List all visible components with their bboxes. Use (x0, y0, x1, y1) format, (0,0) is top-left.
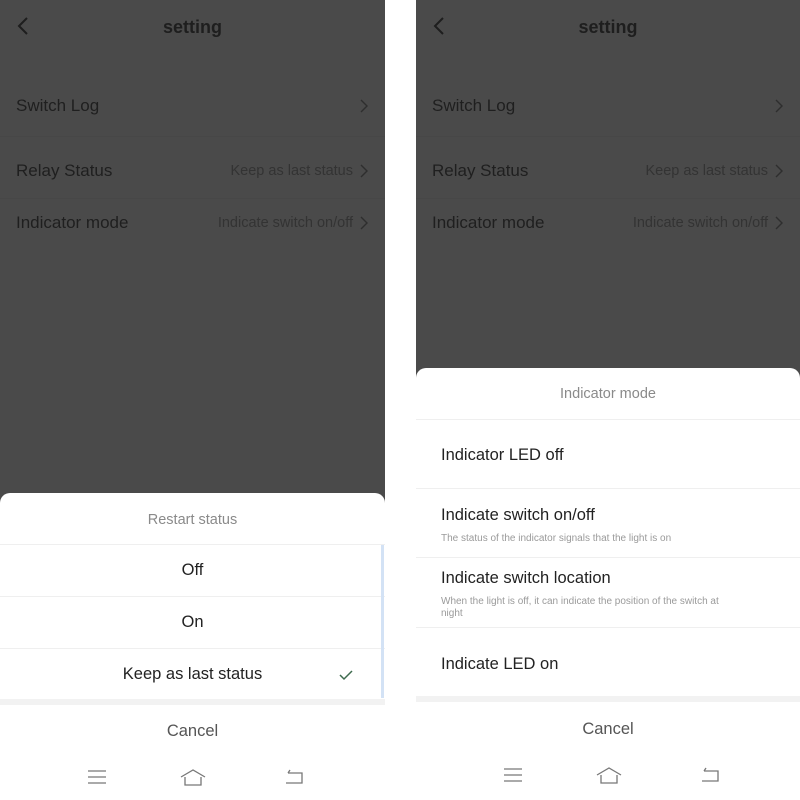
option-label: Indicate switch on/off (441, 506, 595, 524)
setting-value: Keep as last status (645, 163, 768, 179)
phone-screen-restart-status: setting Switch Log Relay Status Keep as … (0, 0, 385, 800)
option-description: When the light is off, it can indicate t… (441, 596, 719, 619)
chevron-right-icon (775, 99, 783, 113)
option-indicate-switch-location[interactable]: Indicate switch location When the light … (416, 557, 800, 628)
chevron-right-icon (360, 99, 368, 113)
page-title: setting (578, 17, 638, 37)
chevron-right-icon (360, 164, 368, 178)
divider (416, 696, 800, 702)
divider (0, 136, 385, 137)
option-indicate-switch-on-off[interactable]: Indicate switch on/off The status of the… (416, 488, 800, 558)
chevron-right-icon (360, 216, 368, 230)
option-off[interactable]: Off (0, 544, 385, 597)
menu-icon[interactable] (87, 769, 107, 785)
cancel-button[interactable]: Cancel (416, 720, 800, 739)
home-icon[interactable] (180, 769, 206, 787)
system-navbar (416, 761, 800, 791)
back-icon[interactable] (700, 767, 720, 783)
option-label: Indicate switch location (441, 569, 611, 587)
divider (416, 136, 800, 137)
system-navbar (0, 763, 385, 793)
bottom-sheet-indicator-mode: Indicator mode Indicator LED off Indicat… (416, 368, 800, 800)
cancel-button[interactable]: Cancel (0, 722, 385, 741)
setting-label: Relay Status (432, 161, 529, 180)
option-on[interactable]: On (0, 596, 385, 649)
option-indicator-led-off[interactable]: Indicator LED off (416, 419, 800, 489)
setting-row-indicator-mode[interactable]: Indicator mode Indicate switch on/off (0, 199, 385, 249)
back-icon[interactable] (284, 769, 304, 785)
setting-label: Indicator mode (432, 213, 545, 232)
setting-row-indicator-mode[interactable]: Indicator mode Indicate switch on/off (416, 199, 800, 249)
chevron-right-icon (775, 216, 783, 230)
setting-label: Switch Log (432, 96, 516, 115)
setting-row-switch-log[interactable]: Switch Log (0, 82, 385, 132)
chevron-right-icon (775, 164, 783, 178)
checkmark-icon (339, 670, 353, 681)
setting-row-relay-status[interactable]: Relay Status Keep as last status (416, 147, 800, 197)
option-label: Off (181, 561, 204, 579)
option-label: Indicate LED on (441, 655, 559, 673)
page-title: setting (162, 17, 222, 37)
setting-value: Keep as last status (230, 163, 353, 179)
option-indicate-led-on[interactable]: Indicate LED on (416, 627, 800, 697)
option-label: Keep as last status (122, 665, 263, 683)
option-label: On (181, 613, 204, 631)
option-label: Indicator LED off (441, 446, 564, 464)
sheet-title: Indicator mode (560, 386, 656, 402)
setting-label: Relay Status (16, 161, 113, 180)
setting-row-switch-log[interactable]: Switch Log (416, 82, 800, 132)
header: setting (0, 0, 385, 56)
setting-row-relay-status[interactable]: Relay Status Keep as last status (0, 147, 385, 197)
menu-icon[interactable] (503, 767, 523, 783)
bottom-sheet-restart-status: Restart status Off On Keep as last statu… (0, 493, 385, 800)
phone-screen-indicator-mode: setting Switch Log Relay Status Keep as … (416, 0, 800, 800)
option-description: The status of the indicator signals that… (441, 533, 672, 544)
setting-value: Indicate switch on/off (217, 215, 353, 231)
sheet-title: Restart status (147, 512, 238, 528)
option-keep-as-last-status[interactable]: Keep as last status (0, 648, 385, 701)
home-icon[interactable] (596, 767, 622, 785)
setting-label: Switch Log (16, 96, 100, 115)
scrollbar[interactable] (381, 545, 384, 698)
setting-value: Indicate switch on/off (632, 215, 768, 231)
setting-label: Indicator mode (16, 213, 129, 232)
header: setting (416, 0, 800, 56)
divider (0, 699, 385, 705)
